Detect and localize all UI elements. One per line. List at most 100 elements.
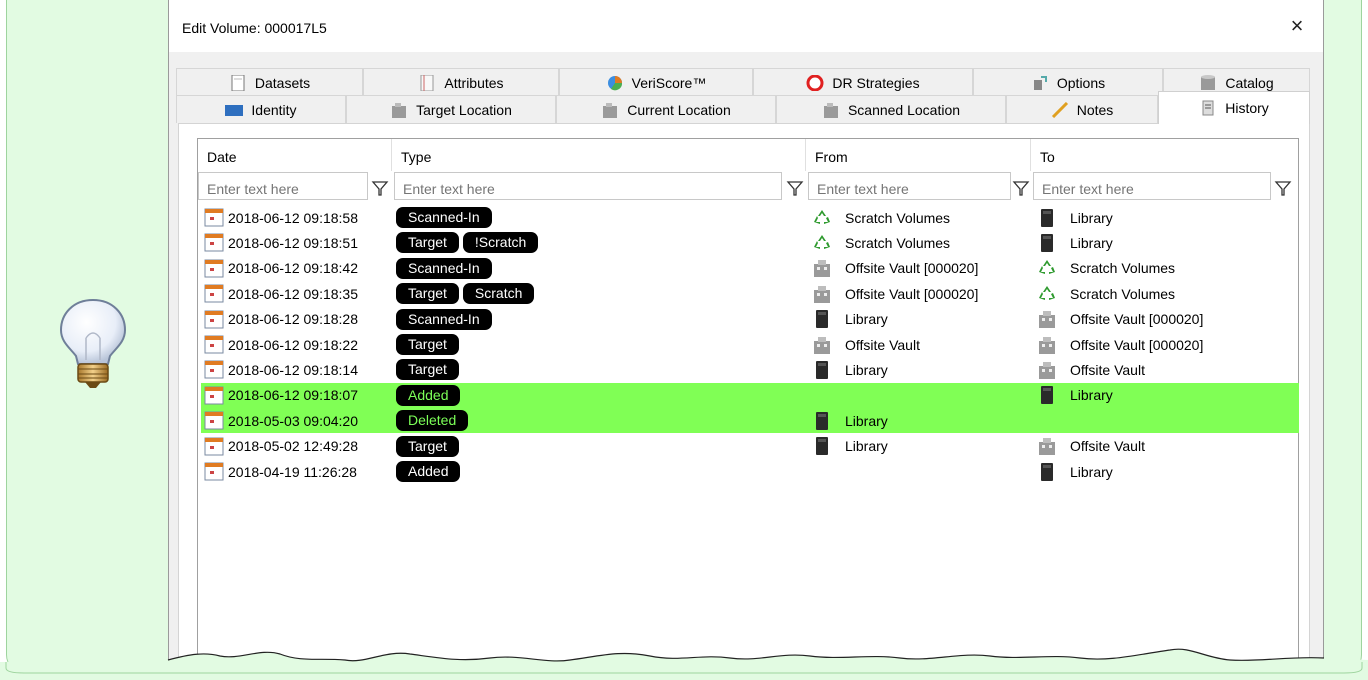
close-button[interactable]: ×: [1283, 12, 1311, 40]
history-row[interactable]: 2018-06-12 09:18:51 Target !Scratch Scratch…: [201, 230, 1299, 255]
tab-attributes[interactable]: Attributes: [363, 68, 559, 96]
to-location-cell: Offsite Vault [000020]: [1036, 307, 1203, 332]
date-cell: 2018-06-12 09:18:58: [201, 205, 391, 230]
from-location-text: Scratch Volumes: [845, 209, 951, 226]
date-cell: 2018-06-12 09:18:42: [201, 256, 391, 281]
tab-target-location[interactable]: Target Location: [346, 95, 556, 123]
from-location-text: Scratch Volumes: [845, 234, 951, 251]
history-row[interactable]: 2018-06-12 09:18:58 Scanned-In Scratch Vol…: [201, 205, 1299, 230]
tab-label: Identity: [251, 101, 297, 118]
filter-funnel-icon[interactable]: [1012, 179, 1030, 197]
recycle-icon: [1039, 260, 1055, 275]
history-row[interactable]: 2018-06-12 09:18:22 Target Offsite Vault Of…: [201, 332, 1299, 357]
pencil-icon: [1051, 101, 1068, 118]
to-location-cell: Library: [1036, 230, 1113, 255]
tab-identity[interactable]: Identity: [176, 95, 346, 123]
type-badge: Target: [396, 232, 459, 254]
to-location-text: Offsite Vault: [1070, 438, 1145, 455]
to-location-cell: Scratch Volumes: [1036, 281, 1175, 306]
type-badge: !Scratch: [462, 232, 539, 254]
column-header-to[interactable]: To: [1031, 139, 1299, 171]
column-header-from[interactable]: From: [806, 139, 1031, 171]
building-icon: [1039, 311, 1055, 329]
column-header-date[interactable]: Date: [198, 139, 392, 171]
tab-label: DR Strategies: [832, 74, 920, 91]
tab-dr-strategies[interactable]: DR Strategies: [753, 68, 973, 96]
from-location-text: Library: [845, 412, 888, 429]
building-icon: [1039, 438, 1055, 456]
calendar-icon: [204, 462, 224, 481]
tab-scanned-location[interactable]: Scanned Location: [776, 95, 1006, 123]
tab-current-location[interactable]: Current Location: [556, 95, 776, 123]
building-icon: [823, 102, 838, 118]
tab-label: VeriScore™: [631, 74, 707, 91]
type-badge: Scanned-In: [396, 308, 492, 330]
date-cell: 2018-06-12 09:18:07: [201, 383, 391, 408]
history-row[interactable]: 2018-06-12 09:18:35 Target Scratch Offsite …: [201, 281, 1299, 306]
tab-history[interactable]: History: [1158, 91, 1310, 124]
from-filter-input[interactable]: [808, 172, 1011, 200]
library-icon: [816, 437, 828, 456]
history-row[interactable]: 2018-06-12 09:18:07 Added Library: [201, 382, 1299, 408]
filter-funnel-icon[interactable]: [1274, 179, 1292, 197]
history-row[interactable]: 2018-06-12 09:18:28 Scanned-In Library Offs…: [201, 307, 1299, 332]
date-text: 2018-06-12 09:18:35: [228, 285, 358, 302]
library-icon: [1041, 233, 1053, 252]
library-icon: [1041, 386, 1053, 405]
building-icon: [603, 102, 618, 118]
tab-datasets[interactable]: Datasets: [176, 68, 363, 96]
from-location-cell: Offsite Vault: [811, 332, 920, 357]
type-badge: Target: [396, 435, 459, 457]
date-text: 2018-06-12 09:18:22: [228, 336, 358, 353]
to-location-text: Library: [1070, 209, 1113, 226]
to-location-cell: Offsite Vault: [1036, 434, 1145, 459]
to-location-text: Offsite Vault: [1070, 361, 1145, 378]
from-location-cell: Library: [811, 434, 888, 459]
calendar-icon: [204, 284, 224, 303]
from-location-cell: Library: [811, 357, 888, 382]
type-cell: Scanned-In: [396, 256, 496, 281]
history-row[interactable]: 2018-05-03 09:04:20 Deleted Library: [201, 408, 1299, 434]
tab-label: Target Location: [416, 101, 512, 118]
tab-options[interactable]: Options: [973, 68, 1163, 96]
filter-funnel-icon[interactable]: [786, 179, 804, 197]
type-cell: Scanned-In: [396, 205, 496, 230]
date-text: 2018-06-12 09:18:51: [228, 234, 358, 251]
to-location-text: Library: [1070, 463, 1113, 480]
filter-funnel-icon[interactable]: [371, 179, 389, 197]
history-row[interactable]: 2018-04-19 11:26:28 Added Library: [201, 459, 1299, 484]
date-cell: 2018-06-12 09:18:51: [201, 230, 391, 255]
date-text: 2018-06-12 09:18:42: [228, 260, 358, 277]
to-location-cell: Offsite Vault: [1036, 357, 1145, 382]
history-row[interactable]: 2018-05-02 12:49:28 Target Library Offsite …: [201, 434, 1299, 459]
type-filter-input[interactable]: [394, 172, 782, 200]
from-location-text: Offsite Vault [000020]: [845, 285, 979, 302]
history-row[interactable]: 2018-06-12 09:18:14 Target Library Offsite …: [201, 357, 1299, 382]
to-location-text: Offsite Vault [000020]: [1070, 311, 1204, 328]
tab-label: Notes: [1076, 101, 1114, 118]
to-filter-input[interactable]: [1033, 172, 1271, 200]
history-row[interactable]: 2018-06-12 09:18:42 Scanned-In Offsite Vau…: [201, 256, 1299, 281]
date-cell: 2018-06-12 09:18:28: [201, 307, 391, 332]
type-badge: Target: [396, 283, 459, 305]
date-filter-input[interactable]: [198, 172, 368, 200]
type-cell: Target: [396, 357, 463, 382]
to-location-text: Library: [1070, 234, 1113, 251]
building-icon: [814, 260, 830, 278]
tab-veriscore[interactable]: VeriScore™: [559, 68, 753, 96]
date-cell: 2018-05-03 09:04:20: [201, 408, 391, 433]
column-header-type[interactable]: Type: [392, 139, 806, 171]
tab-notes[interactable]: Notes: [1006, 95, 1158, 123]
building-icon: [1039, 336, 1055, 354]
from-location-cell: Scratch Volumes: [811, 230, 950, 255]
type-badge: Scanned-In: [396, 207, 492, 228]
history-icon: [1202, 100, 1214, 116]
calendar-icon: [204, 310, 224, 329]
dialog-title: Edit Volume: 000017L5: [182, 20, 327, 36]
date-text: 2018-05-03 09:04:20: [228, 412, 358, 429]
building-icon: [392, 102, 407, 118]
from-location-text: Offsite Vault: [845, 336, 920, 353]
type-cell: Target !Scratch: [396, 230, 542, 255]
from-location-cell: Offsite Vault [000020]: [811, 281, 978, 306]
from-location-text: Offsite Vault [000020]: [845, 260, 979, 277]
